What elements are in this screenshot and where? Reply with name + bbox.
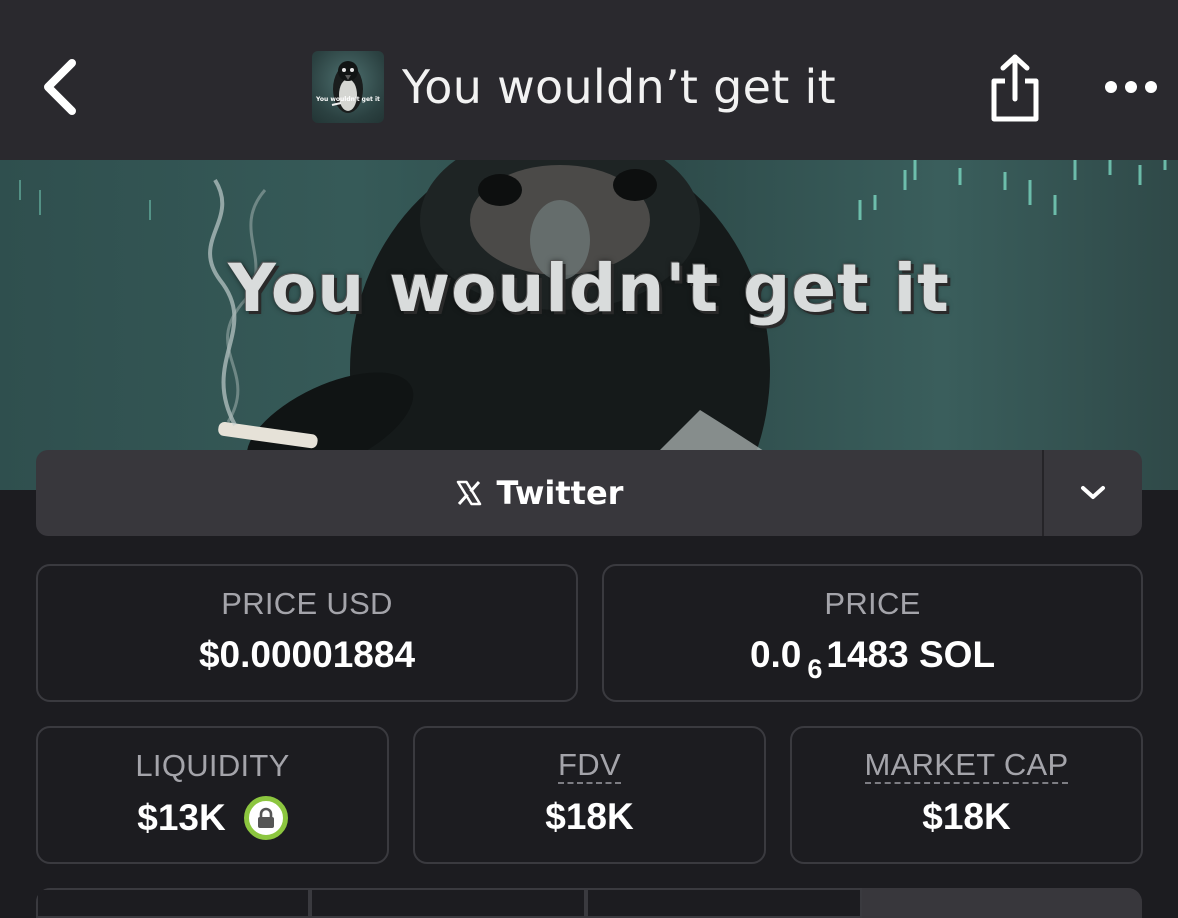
tab-1[interactable] [36,888,310,918]
price-sol-prefix: 0.0 [749,634,802,675]
price-usd-card: PRICE USD $0.00001884 [36,564,578,702]
social-links-bar: Twitter [36,450,1142,536]
twitter-label: Twitter [496,474,624,512]
lock-icon[interactable] [243,796,288,840]
liquidity-value: $13K [137,797,226,838]
price-sol-value: 0.0 6 1483 SOL [749,634,996,684]
token-thumbnail: You wouldn't get it [312,51,384,123]
liquidity-label: LIQUIDITY [135,748,290,783]
tab-3[interactable] [586,888,862,918]
price-sol-card: PRICE 0.0 6 1483 SOL [602,564,1143,702]
market-cap-value: $18K [922,796,1011,837]
banner-caption: You wouldn't get it [228,250,950,327]
more-options-button[interactable] [1096,62,1166,112]
price-usd-value: $0.00001884 [198,634,416,675]
price-usd-label: PRICE USD [221,586,393,621]
more-icon [1105,81,1157,93]
token-title-group: You wouldn't get it You wouldn’t get it [312,50,836,124]
fdv-card: FDV $18K [413,726,766,864]
liquidity-card: LIQUIDITY $13K [36,726,389,864]
timeframe-tabs [36,888,1142,918]
tab-2[interactable] [310,888,586,918]
chevron-left-icon [44,59,76,115]
back-button[interactable] [30,52,90,122]
thumbnail-caption: You wouldn't get it [315,96,380,103]
top-bar: You wouldn't get it You wouldn’t get it [0,0,1178,160]
market-cap-label[interactable]: MARKET CAP [864,748,1069,784]
token-banner-image: You wouldn't get it [0,160,1178,490]
more-links-dropdown[interactable] [1044,450,1142,536]
share-icon [991,54,1039,122]
fdv-label[interactable]: FDV [558,748,621,784]
liquidity-value-row: $13K [137,796,288,840]
price-sol-zero-count: 6 [807,653,823,684]
x-logo-icon [456,480,481,506]
fdv-value: $18K [545,796,634,837]
price-sol-suffix: 1483 SOL [826,634,996,675]
price-sol-label: PRICE [824,586,921,621]
share-button[interactable] [982,50,1048,126]
tab-4[interactable] [862,888,1142,918]
market-cap-card: MARKET CAP $18K [790,726,1143,864]
twitter-button[interactable]: Twitter [36,450,1042,536]
chevron-down-icon [1081,486,1105,499]
page-title: You wouldn’t get it [402,60,836,114]
